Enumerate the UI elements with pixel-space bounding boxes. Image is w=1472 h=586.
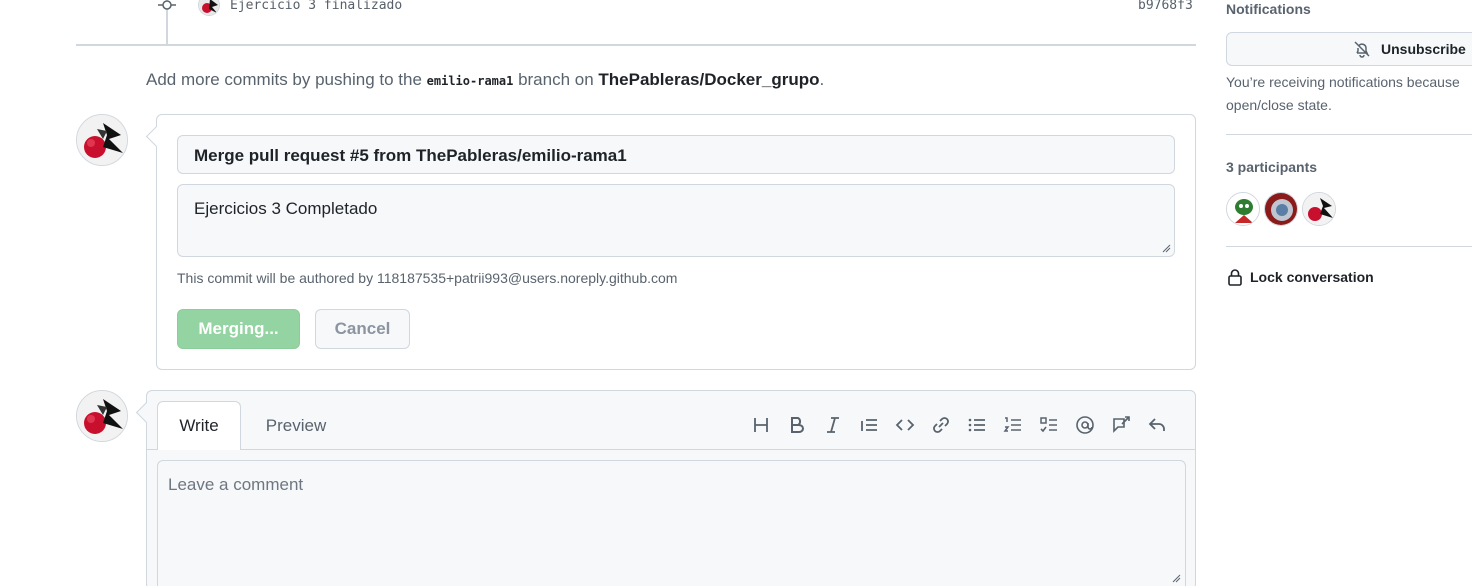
repo-link[interactable]: ThePableras/Docker_grupo bbox=[598, 70, 819, 89]
comment-form: Write Preview Leave a comment bbox=[146, 390, 1196, 586]
ordered-list-icon[interactable] bbox=[995, 413, 1031, 437]
tab-preview[interactable]: Preview bbox=[251, 401, 341, 450]
push-hint-suffix: . bbox=[819, 70, 825, 89]
commit-body-textarea[interactable]: Ejercicios 3 Completado bbox=[177, 184, 1175, 257]
push-hint-prefix: Add more commits by pushing to the bbox=[146, 70, 427, 89]
participant-avatar[interactable] bbox=[1226, 192, 1260, 226]
lock-conversation-link[interactable]: Lock conversation bbox=[1226, 268, 1374, 286]
bold-icon[interactable] bbox=[779, 413, 815, 437]
commit-message[interactable]: Ejercicio 3 finalizado bbox=[230, 0, 402, 13]
commit-sha[interactable]: b9768f3 bbox=[1138, 0, 1193, 13]
italic-icon[interactable] bbox=[815, 413, 851, 437]
comment-textarea[interactable]: Leave a comment bbox=[157, 460, 1186, 586]
participants-list bbox=[1226, 192, 1336, 226]
task-list-icon[interactable] bbox=[1031, 413, 1067, 437]
notifications-heading: Notifications bbox=[1226, 1, 1311, 17]
divider bbox=[1226, 246, 1472, 247]
mention-icon[interactable] bbox=[1067, 413, 1103, 437]
resize-grip-icon[interactable] bbox=[1171, 573, 1181, 583]
divider bbox=[76, 44, 1196, 46]
heading-icon[interactable] bbox=[743, 413, 779, 437]
notification-reason: You’re receiving notifications because o… bbox=[1226, 71, 1472, 117]
participant-avatar[interactable] bbox=[1302, 192, 1336, 226]
tab-write[interactable]: Write bbox=[157, 401, 241, 450]
push-hint: Add more commits by pushing to the emili… bbox=[146, 70, 824, 90]
markdown-toolbar bbox=[743, 413, 1175, 437]
unsubscribe-button[interactable]: Unsubscribe bbox=[1226, 32, 1472, 66]
divider bbox=[1226, 134, 1472, 135]
avatar[interactable] bbox=[76, 390, 128, 442]
link-icon[interactable] bbox=[923, 413, 959, 437]
author-note: This commit will be authored by 11818753… bbox=[177, 270, 678, 286]
merging-button[interactable]: Merging... bbox=[177, 309, 300, 349]
participant-avatar[interactable] bbox=[1264, 192, 1298, 226]
commit-author-avatar[interactable] bbox=[198, 0, 220, 16]
branch-name[interactable]: emilio-rama1 bbox=[427, 74, 514, 88]
comment-placeholder: Leave a comment bbox=[168, 475, 304, 494]
lock-icon bbox=[1228, 269, 1242, 286]
commit-icon bbox=[158, 0, 176, 10]
notification-reason-line1: You’re receiving notifications because bbox=[1226, 74, 1460, 90]
lock-conversation-label: Lock conversation bbox=[1250, 269, 1374, 285]
resize-grip-icon[interactable] bbox=[1161, 243, 1171, 253]
quote-icon[interactable] bbox=[851, 413, 887, 437]
cancel-button[interactable]: Cancel bbox=[315, 309, 410, 349]
notification-reason-line2: open/close state. bbox=[1226, 97, 1332, 113]
cross-reference-icon[interactable] bbox=[1103, 413, 1139, 437]
unordered-list-icon[interactable] bbox=[959, 413, 995, 437]
unsubscribe-label: Unsubscribe bbox=[1381, 41, 1466, 57]
commit-body-text: Ejercicios 3 Completado bbox=[194, 199, 378, 218]
code-icon[interactable] bbox=[887, 413, 923, 437]
push-hint-middle: branch on bbox=[513, 70, 599, 89]
commit-title-input[interactable]: Merge pull request #5 from ThePableras/e… bbox=[177, 135, 1175, 174]
merge-commit-form: Merge pull request #5 from ThePableras/e… bbox=[156, 114, 1196, 370]
bell-slash-icon bbox=[1354, 41, 1370, 58]
participants-heading: 3 participants bbox=[1226, 159, 1318, 175]
reply-icon[interactable] bbox=[1139, 413, 1175, 437]
avatar[interactable] bbox=[76, 114, 128, 166]
